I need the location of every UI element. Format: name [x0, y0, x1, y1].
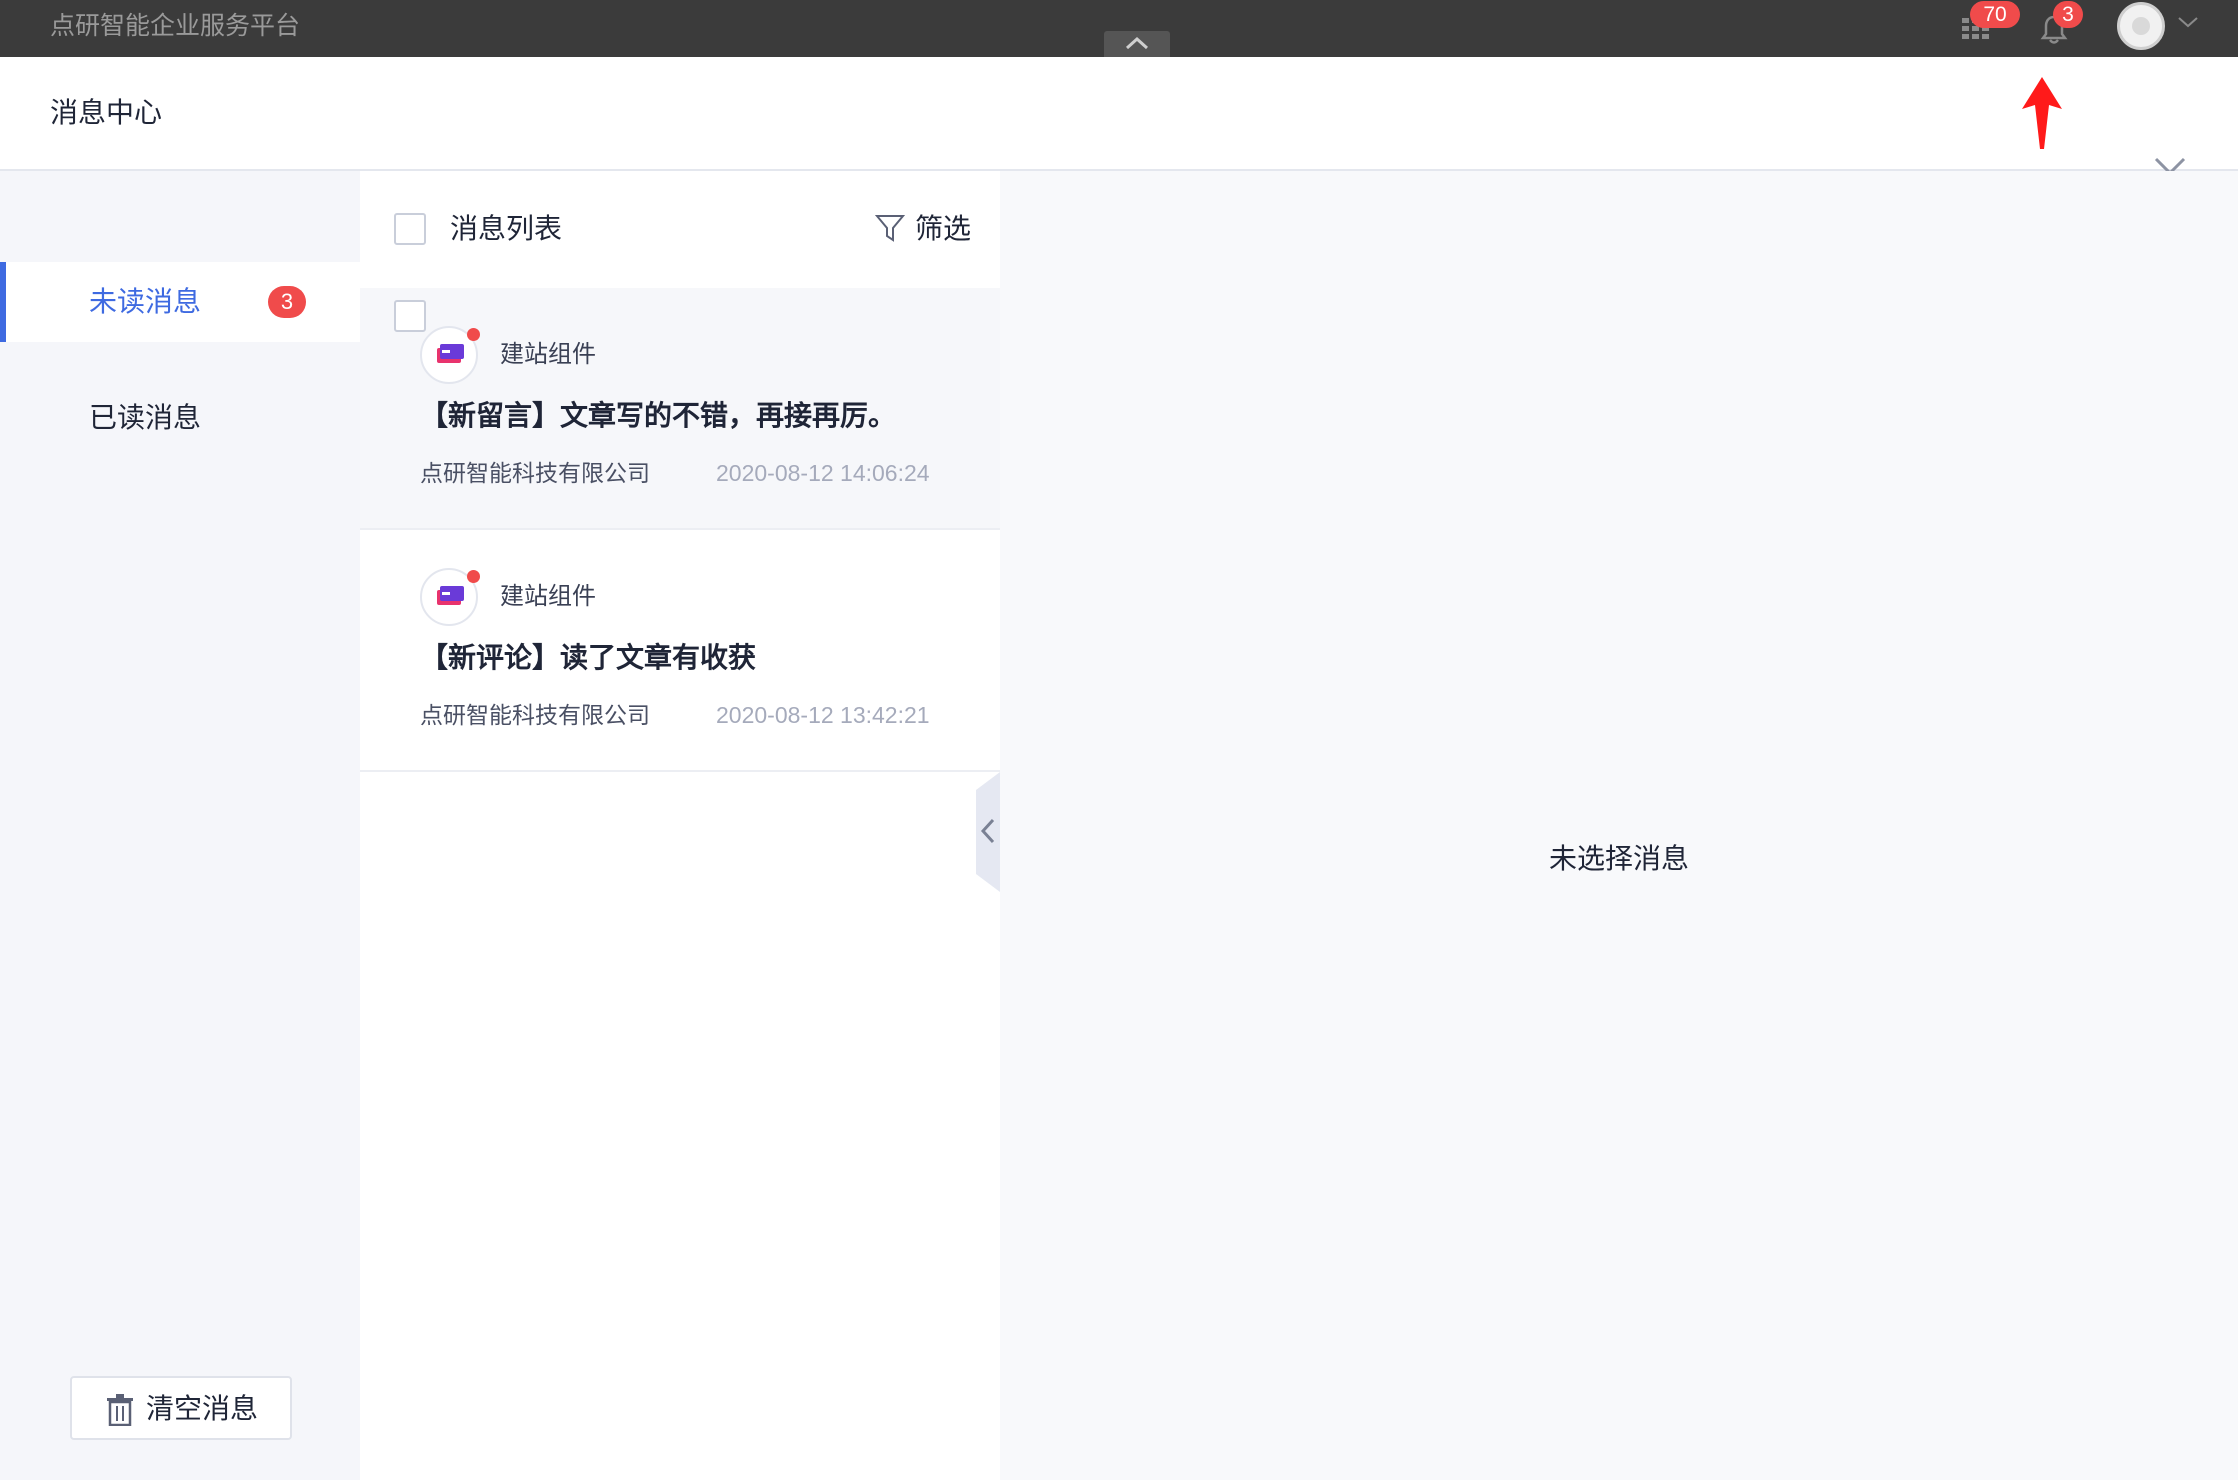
filter-icon — [875, 215, 905, 242]
sidebar-item-unread[interactable]: 未读消息 3 — [0, 262, 360, 342]
message-time: 2020-08-12 13:42:21 — [716, 702, 930, 728]
clear-messages-label: 清空消息 — [146, 1393, 259, 1424]
message-time: 2020-08-12 14:06:24 — [716, 460, 930, 486]
message-title: 【新评论】读了文章有收获 — [420, 642, 757, 673]
top-bar: 点研智能企业服务平台 70 3 — [0, 0, 2238, 57]
unread-dot — [467, 570, 480, 583]
unread-dot — [467, 328, 480, 341]
page-title: 消息中心 — [50, 97, 163, 128]
unread-count-badge: 3 — [268, 286, 306, 318]
apps-count-badge: 70 — [1970, 1, 2020, 28]
sidebar-item-label: 已读消息 — [89, 402, 202, 433]
sidebar-item-read[interactable]: 已读消息 — [0, 378, 360, 458]
collapse-list-handle[interactable] — [976, 772, 1000, 892]
filter-label: 筛选 — [915, 213, 972, 244]
message-list-title: 消息列表 — [450, 213, 563, 244]
list-item[interactable]: 建站组件 【新留言】文章写的不错，再接再厉。 点研智能科技有限公司 2020-0… — [360, 288, 1000, 530]
filter-button[interactable]: 筛选 — [875, 209, 985, 249]
chevron-up-icon — [1125, 36, 1149, 50]
empty-state-text: 未选择消息 — [1548, 843, 1689, 874]
message-source: 建站组件 — [500, 583, 596, 610]
collapse-header-button[interactable] — [1104, 31, 1170, 57]
annotation-arrow-icon — [2022, 77, 2062, 149]
list-item[interactable]: 建站组件 【新评论】读了文章有收获 点研智能科技有限公司 2020-08-12 … — [360, 530, 1000, 772]
chevron-left-icon — [980, 818, 995, 844]
message-list-header: 消息列表 筛选 — [360, 171, 1000, 287]
message-source: 建站组件 — [500, 341, 596, 368]
platform-title: 点研智能企业服务平台 — [50, 12, 301, 40]
select-all-checkbox[interactable] — [394, 213, 426, 245]
message-detail-panel: 未选择消息 — [1000, 171, 2238, 1480]
notification-count-badge: 3 — [2053, 1, 2083, 28]
sidebar: 未读消息 3 已读消息 清空消息 — [0, 171, 360, 1480]
clear-messages-button[interactable]: 清空消息 — [70, 1376, 292, 1440]
avatar[interactable] — [2117, 2, 2165, 50]
message-title: 【新留言】文章写的不错，再接再厉。 — [420, 400, 897, 431]
sidebar-item-label: 未读消息 — [89, 286, 202, 317]
message-company: 点研智能科技有限公司 — [420, 460, 650, 486]
trash-icon — [107, 1394, 133, 1426]
chevron-down-icon[interactable] — [2176, 14, 2200, 30]
message-list-panel: 消息列表 筛选 建站组件 【新留言】文章写的不错，再接再厉。 点研智能科技有限公… — [360, 171, 1000, 1480]
message-company: 点研智能科技有限公司 — [420, 702, 650, 728]
message-center-header: 消息中心 — [0, 57, 2238, 189]
